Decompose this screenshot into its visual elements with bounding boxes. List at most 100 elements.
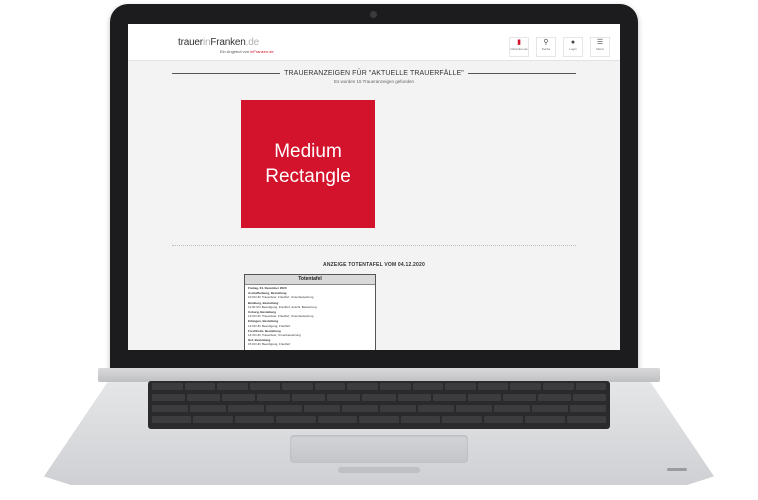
key-row	[148, 381, 610, 392]
nav-menu-button[interactable]: ☰ Menü	[590, 37, 610, 57]
key	[537, 394, 571, 401]
logo-part-brand: Franken	[210, 37, 246, 48]
laptop-front-notch	[338, 467, 420, 473]
logo-sub-prefix: Ein Angebot von	[220, 49, 250, 54]
nav-label: Suche	[541, 47, 551, 51]
logo-sub-brand: inFranken.de	[250, 49, 274, 54]
key	[575, 383, 607, 390]
key	[397, 394, 431, 401]
menu-icon: ☰	[596, 39, 604, 46]
search-icon: ⚲	[543, 39, 549, 46]
logo-subline: Ein Angebot von inFranken.de	[220, 49, 274, 54]
key	[193, 416, 233, 423]
key	[359, 416, 399, 423]
camera-icon	[370, 11, 377, 18]
key	[222, 394, 256, 401]
key	[292, 394, 326, 401]
page-title-row: TRAUERANZEIGEN FÜR "AKTUELLE TRAUERFÄLLE…	[172, 68, 577, 78]
key	[152, 383, 183, 390]
totentafel-line: 13:00 Uhr Trauerfeier, Friedhof, Urnenbe…	[248, 314, 314, 319]
key	[152, 416, 192, 423]
web-page: trauerinFranken.de Ein Angebot von inFra…	[128, 24, 620, 350]
totentafel-line: 14:30 Uhr Trauerfeier, Urnenbeisetzung	[248, 333, 301, 338]
nav-label: Menü	[596, 47, 604, 51]
key	[257, 394, 291, 401]
ad-label-line1: Medium	[274, 141, 342, 162]
key	[190, 405, 226, 412]
key	[412, 383, 444, 390]
key-row	[148, 414, 610, 425]
key	[542, 383, 574, 390]
key	[187, 394, 221, 401]
nav-infranken-button[interactable]: ▮ inFranken.de	[509, 37, 529, 57]
key	[380, 383, 411, 390]
key	[184, 383, 216, 390]
totentafel-line: 15:00 Uhr Beerdigung, Friedhof	[248, 342, 291, 347]
nav-login-button[interactable]: ● Login	[563, 37, 583, 57]
key	[276, 416, 316, 423]
key	[525, 416, 565, 423]
header-nav: ▮ inFranken.de ⚲ Suche ● Login ☰ Menü	[509, 37, 610, 57]
laptop-indicator-light	[667, 468, 687, 471]
key	[152, 394, 186, 401]
user-icon: ●	[570, 39, 576, 46]
title-rule-right	[467, 72, 577, 74]
key	[510, 383, 541, 390]
site-header: trauerinFranken.de Ein Angebot von inFra…	[128, 24, 620, 61]
key	[566, 416, 606, 423]
totentafel-line: Freitag, 04. Dezember 2020	[248, 286, 287, 290]
section-divider	[172, 245, 576, 246]
key	[342, 405, 378, 412]
totentafel-line: 11:00 Uhr Beerdigung, Friedhof, anschl. …	[248, 304, 317, 309]
key	[362, 394, 396, 401]
results-count: Es wurden 15 Traueranzeigen gefunden	[333, 79, 415, 84]
key	[266, 405, 302, 412]
nav-label: inFranken.de	[510, 47, 528, 51]
key	[432, 394, 466, 401]
key	[304, 405, 340, 412]
key	[282, 383, 313, 390]
title-rule-left	[172, 72, 281, 74]
page-title: TRAUERANZEIGEN FÜR "AKTUELLE TRAUERFÄLLE…	[284, 69, 464, 77]
key	[442, 416, 482, 423]
key	[314, 383, 346, 390]
totentafel-line: 14:00 Uhr Beerdigung, Friedhof	[248, 323, 291, 328]
key	[494, 405, 530, 412]
key	[228, 405, 264, 412]
key	[483, 416, 524, 423]
site-logo[interactable]: trauerinFranken.de	[178, 37, 259, 48]
laptop-trackpad	[290, 435, 468, 463]
totentafel-section-title: ANZEIGE TOTENTAFEL VOM 04.12.2020	[323, 262, 425, 268]
key-row	[148, 403, 610, 414]
laptop-screen: trauerinFranken.de Ein Angebot von inFra…	[128, 24, 620, 350]
key	[380, 405, 416, 412]
laptop-hinge	[98, 368, 660, 382]
key	[234, 416, 275, 423]
totentafel-card[interactable]: Totentafel Freitag, 04. Dezember 2020 Asc…	[244, 274, 376, 350]
totentafel-lines: Freitag, 04. Dezember 2020 Aschaffenburg,…	[245, 286, 375, 347]
logo-part-tld: .de	[245, 37, 260, 48]
key	[217, 383, 248, 390]
totentafel-line: 10:00 Uhr Trauerfeier, Friedhof, Urnenbe…	[248, 295, 314, 300]
logo-part-main: trauer	[178, 37, 203, 48]
key	[418, 405, 454, 412]
totentafel-card-title: Totentafel	[245, 275, 375, 285]
key	[467, 394, 501, 401]
key	[249, 383, 281, 390]
ad-label-line2: Rectangle	[265, 166, 351, 187]
key	[347, 383, 379, 390]
key	[456, 405, 492, 412]
infranken-icon: ▮	[517, 39, 521, 46]
laptop-lid: trauerinFranken.de Ein Angebot von inFra…	[110, 4, 638, 379]
key	[532, 405, 568, 412]
medium-rectangle-ad[interactable]: Medium Rectangle	[241, 100, 375, 228]
nav-search-button[interactable]: ⚲ Suche	[536, 37, 556, 57]
key	[317, 416, 358, 423]
key	[502, 394, 536, 401]
key	[570, 405, 606, 412]
key	[477, 383, 509, 390]
key	[445, 383, 476, 390]
key	[572, 394, 607, 401]
key	[400, 416, 441, 423]
laptop-keyboard	[148, 381, 610, 429]
